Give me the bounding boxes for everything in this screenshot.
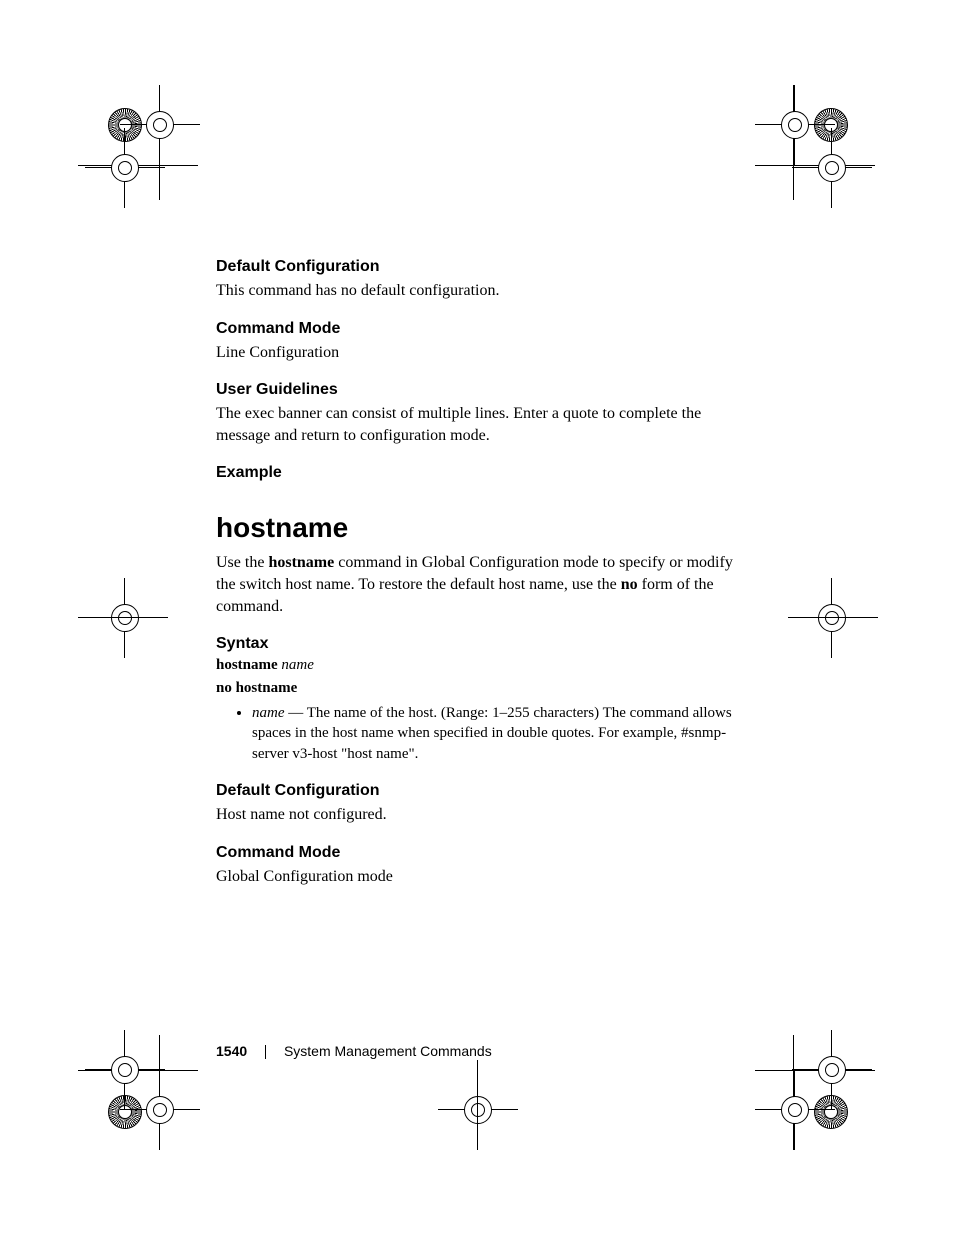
body-text: This command has no default configuratio… xyxy=(216,280,756,302)
command-title: hostname xyxy=(216,512,756,544)
registration-mark-icon xyxy=(792,578,872,658)
syntax-param: name xyxy=(281,657,314,673)
command-intro: Use the hostname command in Global Confi… xyxy=(216,552,756,617)
body-text: Global Configuration mode xyxy=(216,866,756,888)
heading-syntax: Syntax xyxy=(216,635,756,653)
crop-rule xyxy=(78,617,168,618)
heading-default-configuration: Default Configuration xyxy=(216,258,756,276)
heading-command-mode: Command Mode xyxy=(216,844,756,862)
registration-mark-icon xyxy=(85,1030,165,1110)
body-text: Line Configuration xyxy=(216,342,756,364)
page-content: Default Configuration This command has n… xyxy=(216,258,756,905)
text: — The name of the host. (Range: 1–255 ch… xyxy=(252,705,732,762)
heading-default-configuration: Default Configuration xyxy=(216,782,756,800)
text-bold: hostname xyxy=(268,554,334,571)
body-text: Host name not configured. xyxy=(216,804,756,826)
body-text: The exec banner can consist of multiple … xyxy=(216,403,756,446)
chapter-title: System Management Commands xyxy=(284,1043,492,1059)
heading-command-mode: Command Mode xyxy=(216,320,756,338)
syntax-line: hostname name xyxy=(216,657,756,674)
syntax-keyword: hostname xyxy=(216,657,278,673)
page-footer: 1540 System Management Commands xyxy=(216,1043,492,1059)
page-number: 1540 xyxy=(216,1043,247,1059)
registration-mark-icon xyxy=(85,128,165,208)
registration-mark-icon xyxy=(792,1030,872,1110)
syntax-keyword: no hostname xyxy=(216,680,297,696)
registration-mark-icon xyxy=(792,128,872,208)
syntax-param: name xyxy=(252,705,285,721)
registration-mark-icon xyxy=(438,1070,518,1150)
text: Use the xyxy=(216,554,268,571)
heading-example: Example xyxy=(216,464,756,482)
list-item: name — The name of the host. (Range: 1–2… xyxy=(252,703,756,764)
crop-rule xyxy=(788,617,878,618)
registration-mark-icon xyxy=(85,578,165,658)
crop-rule xyxy=(477,1060,478,1150)
syntax-param-list: name — The name of the host. (Range: 1–2… xyxy=(216,703,756,764)
heading-user-guidelines: User Guidelines xyxy=(216,381,756,399)
text-bold: no xyxy=(621,576,638,593)
syntax-line: no hostname xyxy=(216,680,756,697)
footer-divider xyxy=(265,1045,266,1059)
